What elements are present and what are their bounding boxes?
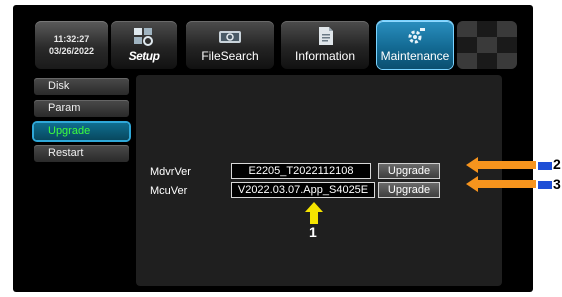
callout-arrow-3: [466, 176, 536, 192]
clock-date: 03/26/2022: [48, 46, 95, 56]
tab-setup-label: Setup: [128, 49, 160, 63]
mdvr-version-value: E2205_T2022112108: [231, 163, 371, 179]
callout-marker-2: [538, 162, 552, 170]
mdvr-upgrade-button[interactable]: Upgrade: [378, 163, 440, 179]
sidebar-item-label: Upgrade: [48, 125, 91, 137]
callout-number-3: 3: [553, 176, 561, 192]
mcu-upgrade-button[interactable]: Upgrade: [378, 182, 440, 198]
sidebar-item-label: Param: [48, 102, 81, 114]
setup-icon: [134, 28, 153, 46]
sidebar-item-param[interactable]: Param: [34, 100, 129, 117]
clock-display: 11:32:27 03/26/2022: [35, 21, 108, 69]
mcu-version-value: V2022.03.07.App_S4025E: [231, 182, 375, 198]
tab-maintenance[interactable]: Maintenance: [377, 21, 453, 69]
callout-arrow-2: [466, 157, 536, 173]
decorative-pattern: [457, 21, 517, 69]
upgrade-panel: MdvrVer E2205_T2022112108 Upgrade McuVer…: [136, 75, 502, 286]
dvr-screen: 11:32:27 03/26/2022 Setup FileSearch Inf…: [13, 5, 533, 292]
tab-filesearch[interactable]: FileSearch: [186, 21, 274, 69]
callout-number-2: 2: [553, 156, 561, 172]
callout-marker-3: [538, 181, 552, 189]
tab-information[interactable]: Information: [281, 21, 369, 69]
mdvr-version-label: MdvrVer: [150, 166, 191, 178]
sidebar-item-restart[interactable]: Restart: [34, 145, 129, 162]
tab-maintenance-label: Maintenance: [380, 49, 450, 63]
callout-number-1: 1: [309, 224, 317, 240]
sidebar-item-label: Restart: [48, 147, 84, 159]
tab-filesearch-label: FileSearch: [201, 49, 259, 63]
maintenance-icon: [408, 28, 425, 44]
sidebar-item-upgrade[interactable]: Upgrade: [34, 123, 129, 140]
sidebar-item-disk[interactable]: Disk: [34, 78, 129, 95]
mcu-version-label: McuVer: [150, 185, 188, 197]
tab-information-label: Information: [294, 49, 356, 63]
file-search-icon: [219, 31, 241, 43]
information-icon: [319, 27, 333, 45]
sidebar-item-label: Disk: [48, 80, 70, 92]
clock-time: 11:32:27: [53, 34, 90, 44]
callout-arrow-1: [305, 202, 323, 224]
tab-setup[interactable]: Setup: [111, 21, 177, 69]
